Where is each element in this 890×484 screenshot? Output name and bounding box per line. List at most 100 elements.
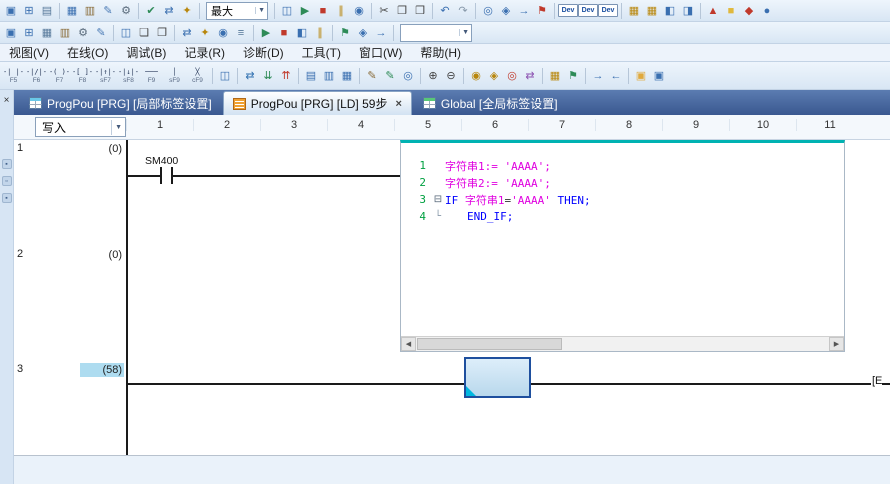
watch-icon[interactable]: ◉ xyxy=(350,2,368,20)
device-list-icon[interactable]: ▦ xyxy=(546,67,564,85)
split-left-icon[interactable]: ◧ xyxy=(661,2,679,20)
star-icon[interactable]: ✦ xyxy=(196,24,214,42)
delete-row-icon[interactable]: ▥ xyxy=(320,67,338,85)
cut-icon[interactable]: ✂ xyxy=(375,2,393,20)
dropdown-arrow-icon[interactable]: ▼ xyxy=(255,7,265,14)
project-tree-icon[interactable]: ⊞ xyxy=(20,2,38,20)
inline-st-editor[interactable]: 1字符串1:= 'AAAA';2字符串2:= 'AAAA';3⊟IF 字符串1=… xyxy=(400,140,845,352)
diamond-icon[interactable]: ◈ xyxy=(354,24,372,42)
menu-view[interactable]: 视图(V) xyxy=(0,44,58,61)
screen-icon[interactable]: ◫ xyxy=(278,2,296,20)
device-comment-icon[interactable]: ◎ xyxy=(399,67,417,85)
ladder-tool-F5[interactable]: -| |-F5 xyxy=(2,63,25,89)
dock-window-icon[interactable]: ▫ xyxy=(2,176,12,186)
convert-icon[interactable]: ⇄ xyxy=(241,67,259,85)
insert-column-icon[interactable]: ▦ xyxy=(338,67,356,85)
st-code-text[interactable]: END_IF; xyxy=(445,210,513,223)
dropdown-arrow-icon[interactable]: ▼ xyxy=(111,120,125,135)
convert-run-icon[interactable]: ⇊ xyxy=(259,67,277,85)
statement-icon[interactable]: ✎ xyxy=(363,67,381,85)
alert-icon[interactable]: ▲ xyxy=(704,2,722,20)
book-icon[interactable]: ▥ xyxy=(56,24,74,42)
st-horizontal-scrollbar[interactable]: ◀ ▶ xyxy=(401,336,844,351)
scroll-right-icon[interactable]: ▶ xyxy=(829,337,844,351)
redo-icon[interactable]: ↷ xyxy=(454,2,472,20)
split-right-icon[interactable]: ◨ xyxy=(679,2,697,20)
jump-forward-icon[interactable]: → xyxy=(589,67,607,85)
replace-icon[interactable]: ◈ xyxy=(497,2,515,20)
note-icon[interactable]: ✎ xyxy=(381,67,399,85)
menu-diagnostics[interactable]: 诊断(D) xyxy=(234,44,293,61)
contact-device-label[interactable]: SM400 xyxy=(145,155,178,167)
window-icon[interactable]: ◫ xyxy=(117,24,135,42)
module-list-icon[interactable]: ▤ xyxy=(38,2,56,20)
ladder-tool-sF8[interactable]: -|↓|-sF8 xyxy=(117,63,140,89)
monitor-display-icon[interactable]: ▣ xyxy=(650,67,668,85)
monitor-pause-icon[interactable]: ∥ xyxy=(332,2,350,20)
lines-icon[interactable]: ≡ xyxy=(232,24,250,42)
zoom-level-combo[interactable]: 最大▼ xyxy=(206,2,268,20)
insert-row-icon[interactable]: ▤ xyxy=(302,67,320,85)
diamond-red-icon[interactable]: ◆ xyxy=(740,2,758,20)
st-code-text[interactable]: 字符串1:= 'AAAA'; xyxy=(445,158,551,174)
pause-icon[interactable]: ∥ xyxy=(311,24,329,42)
jump-icon[interactable]: → xyxy=(515,2,533,20)
menu-recording[interactable]: 记录(R) xyxy=(175,44,234,61)
copy-page-icon[interactable]: ❏ xyxy=(135,24,153,42)
device-display-1-icon[interactable]: Dev xyxy=(558,4,578,17)
edit-mode-combo[interactable]: 写入 ▼ xyxy=(35,117,126,137)
edit-icon[interactable]: ✎ xyxy=(92,24,110,42)
menu-window[interactable]: 窗口(W) xyxy=(350,44,411,61)
tab-progpou-ladder[interactable]: ProgPou [PRG] [LD] 59步 × xyxy=(223,91,412,115)
zoom-out-icon[interactable]: ⊖ xyxy=(442,67,460,85)
sync-icon[interactable]: ⇄ xyxy=(178,24,196,42)
menu-online[interactable]: 在线(O) xyxy=(58,44,117,61)
paste-page-icon[interactable]: ❐ xyxy=(153,24,171,42)
watch-register-icon[interactable]: ⚑ xyxy=(564,67,582,85)
copy-icon[interactable]: ❐ xyxy=(393,2,411,20)
monitor-stop-icon[interactable]: ■ xyxy=(314,2,332,20)
ladder-tool-F7[interactable]: -( )-F7 xyxy=(48,63,71,89)
parameter-edit-icon[interactable]: ✎ xyxy=(99,2,117,20)
undo-icon[interactable]: ↶ xyxy=(436,2,454,20)
st-code-text[interactable]: 字符串2:= 'AAAA'; xyxy=(445,175,551,191)
scrollbar-thumb[interactable] xyxy=(417,338,562,350)
monitor-table-1-icon[interactable]: ▦ xyxy=(625,2,643,20)
rebuild-all-icon[interactable]: ⇈ xyxy=(277,67,295,85)
dock-expand-icon[interactable]: ▪ xyxy=(2,193,12,203)
bookmark-icon[interactable]: ⚑ xyxy=(533,2,551,20)
stop-icon[interactable]: ■ xyxy=(275,24,293,42)
find-contact-icon[interactable]: ◎ xyxy=(503,67,521,85)
find-icon[interactable]: ◎ xyxy=(479,2,497,20)
device-display-3-icon[interactable]: Dev xyxy=(598,4,618,17)
flag-yellow-icon[interactable]: ■ xyxy=(722,2,740,20)
program-check-icon[interactable]: ✔ xyxy=(142,2,160,20)
ladder-step-number-selected[interactable]: (58) xyxy=(80,363,124,377)
find-device-icon[interactable]: ◉ xyxy=(467,67,485,85)
dock-close-icon[interactable]: × xyxy=(4,95,10,107)
options-gear-icon[interactable]: ⚙ xyxy=(117,2,135,20)
help-book-icon[interactable]: ▥ xyxy=(81,2,99,20)
device-select-combo[interactable]: ▼ xyxy=(400,24,472,42)
monitor-run-icon[interactable]: ▶ xyxy=(296,2,314,20)
target-icon[interactable]: ◉ xyxy=(214,24,232,42)
ladder-tool-F6[interactable]: -|/|-F6 xyxy=(25,63,48,89)
ladder-tool-F9[interactable]: ───F9 xyxy=(140,63,163,89)
new-window-icon[interactable]: ▣ xyxy=(2,2,20,20)
table-icon[interactable]: ▦ xyxy=(38,24,56,42)
monitor-table-2-icon[interactable]: ▦ xyxy=(643,2,661,20)
device-display-2-icon[interactable]: Dev xyxy=(578,4,598,17)
tab-progpou-local-labels[interactable]: ProgPou [PRG] [局部标签设置] xyxy=(20,91,221,115)
st-code-text[interactable]: IF 字符串1='AAAA' THEN; xyxy=(445,192,591,208)
ladder-tool-sF7[interactable]: -|↑|-sF7 xyxy=(94,63,117,89)
ladder-tool-F8[interactable]: -[ ]-F8 xyxy=(71,63,94,89)
project-open-icon[interactable]: ⊞ xyxy=(20,24,38,42)
step-icon[interactable]: ◧ xyxy=(293,24,311,42)
scroll-left-icon[interactable]: ◀ xyxy=(401,337,416,351)
ladder-tool-sF9[interactable]: │sF9 xyxy=(163,63,186,89)
cross-reference-icon[interactable]: ⇄ xyxy=(521,67,539,85)
edit-window-icon[interactable]: ◫ xyxy=(216,67,234,85)
library-icon[interactable]: ▦ xyxy=(63,2,81,20)
flag-green-icon[interactable]: ⚑ xyxy=(336,24,354,42)
new-window-icon[interactable]: ▣ xyxy=(2,24,20,42)
